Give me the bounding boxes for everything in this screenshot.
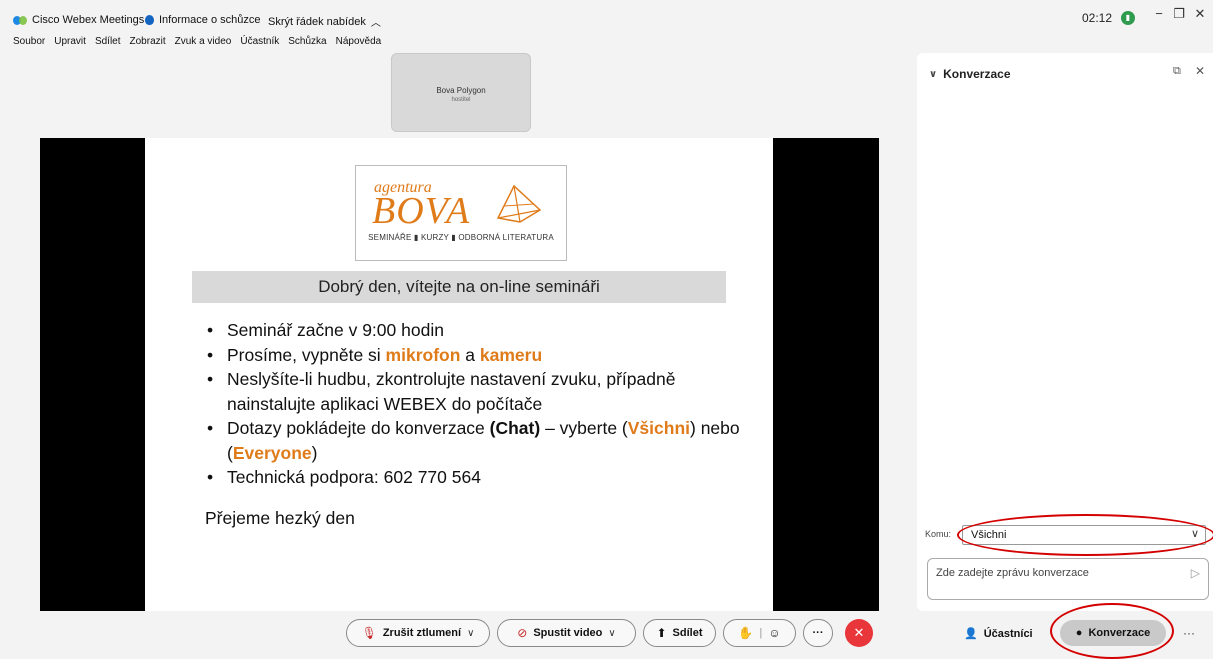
menu-zobrazit[interactable]: Zobrazit <box>130 36 166 47</box>
bullet-support: Technická podpora: 602 770 564 <box>205 465 765 490</box>
start-video-label: Spustit video <box>533 627 603 639</box>
slide-bullets: Seminář začne v 9:00 hodin Prosíme, vypn… <box>205 318 765 490</box>
app-name: Cisco Webex Meetings <box>32 14 145 26</box>
bullet-chat: Dotazy pokládejte do konverzace (Chat) –… <box>205 416 765 465</box>
menu-soubor[interactable]: Soubor <box>13 36 45 47</box>
send-icon[interactable]: ▷ <box>1191 566 1200 580</box>
hide-menu-label: Skrýt řádek nabídek <box>268 15 366 28</box>
chat-placeholder: Zde zadejte zprávu konverzace <box>936 567 1089 579</box>
app-title: Cisco Webex Meetings <box>13 14 144 26</box>
start-video-button[interactable]: ⊘ Spustit video ∨ <box>497 619 636 647</box>
meeting-toolbar: 🎙 Zrušit ztlumení ∨ ⊘ Spustit video ∨ ⬆ … <box>0 603 1213 659</box>
share-button[interactable]: ⬆ Sdílet <box>643 619 716 647</box>
chevron-down-icon: ∨ <box>467 627 475 639</box>
logo-tagline: SEMINÁŘE ▮ KURZY ▮ ODBORNÁ LITERATURA <box>368 233 554 242</box>
restore-button[interactable]: ❐ <box>1169 6 1189 22</box>
bullet-audio: Neslyšíte-li hudbu, zkontrolujte nastave… <box>205 367 765 416</box>
host-video-tile[interactable]: Bova Polygon hostitel <box>391 53 531 132</box>
chat-button-label: Konverzace <box>1088 627 1151 639</box>
host-name: Bova Polygon <box>436 86 486 95</box>
menu-napoveda[interactable]: Nápověda <box>336 36 382 47</box>
recipient-value: Všichni <box>971 529 1007 541</box>
divider: | <box>759 627 763 639</box>
more-panels-button[interactable]: ··· <box>1183 626 1195 640</box>
presentation-slide: agentura BOVA SEMINÁŘE ▮ KURZY ▮ ODBORNÁ… <box>145 138 773 611</box>
clock: 02:12 <box>1082 11 1113 25</box>
bullet-mic-camera: Prosíme, vypněte si mikrofon a kameru <box>205 343 765 368</box>
menu-schuzka[interactable]: Schůzka <box>288 36 326 47</box>
video-off-icon: ⊘ <box>517 626 528 640</box>
participants-button[interactable]: 👤 Účastníci <box>964 627 1033 641</box>
leave-meeting-button[interactable]: ✕ <box>845 619 873 647</box>
meeting-info-label: Informace o schůzce <box>159 14 261 26</box>
unmute-button[interactable]: 🎙 Zrušit ztlumení ∨ <box>346 619 490 647</box>
chevron-up-icon: ︿ <box>370 18 381 29</box>
recipient-select[interactable]: Všichni ∨ <box>962 525 1206 545</box>
to-label: Komu: <box>925 529 952 539</box>
polygon-logo-icon <box>496 184 542 223</box>
chat-panel-header[interactable]: ∨ Konverzace <box>929 67 1011 81</box>
title-bar: Cisco Webex Meetings Informace o schůzce… <box>0 0 1213 38</box>
host-role: hostitel <box>451 97 471 103</box>
shield-icon <box>145 15 154 25</box>
slide-banner: Dobrý den, vítejte na on-line semináři <box>192 271 726 303</box>
share-label: Sdílet <box>672 627 703 639</box>
menu-bar: Soubor Upravit Sdílet Zobrazit Zvuk a vi… <box>13 36 381 47</box>
chevron-down-icon: ∨ <box>929 68 938 80</box>
more-label: ··· <box>812 627 824 639</box>
share-icon: ⬆ <box>656 626 667 640</box>
slide-closing: Přejeme hezký den <box>205 508 355 528</box>
participants-icon: 👤 <box>964 628 978 640</box>
bullet-start-time: Seminář začne v 9:00 hodin <box>205 318 765 343</box>
close-window-button[interactable]: ✕ <box>1190 6 1210 22</box>
signal-icon[interactable]: ▮ <box>1121 11 1135 25</box>
minimize-button[interactable]: − <box>1149 6 1169 21</box>
emoji-icon[interactable]: ☺ <box>768 626 780 640</box>
chat-bubble-icon: ● <box>1075 627 1083 639</box>
mic-off-icon: 🎙 <box>361 626 377 640</box>
webex-logo-icon <box>13 15 27 25</box>
more-options-button[interactable]: ··· <box>803 619 833 647</box>
bova-logo: agentura BOVA SEMINÁŘE ▮ KURZY ▮ ODBORNÁ… <box>355 165 567 261</box>
reactions-button[interactable]: ✋ | ☺ <box>723 619 796 647</box>
chevron-down-icon: ∨ <box>1190 528 1199 540</box>
chat-title: Konverzace <box>943 67 1011 81</box>
participants-label: Účastníci <box>983 627 1033 640</box>
hide-menu-button[interactable]: Skrýt řádek nabídek ︿ <box>268 14 381 30</box>
meeting-info-button[interactable]: Informace o schůzce <box>145 14 261 26</box>
chat-panel: ∨ Konverzace ⧉ ✕ Komu: Všichni ∨ Zde zad… <box>917 53 1213 611</box>
chat-message-input[interactable]: Zde zadejte zprávu konverzace ▷ <box>927 558 1209 600</box>
chevron-down-icon: ∨ <box>608 627 616 639</box>
chat-button[interactable]: ● Konverzace <box>1060 620 1166 646</box>
logo-bova-text: BOVA <box>372 190 471 232</box>
menu-upravit[interactable]: Upravit <box>54 36 86 47</box>
close-icon[interactable]: ✕ <box>1195 64 1205 78</box>
menu-ucastnik[interactable]: Účastník <box>240 36 279 47</box>
raise-hand-icon[interactable]: ✋ <box>738 626 753 640</box>
popout-icon[interactable]: ⧉ <box>1173 65 1181 78</box>
menu-sdilet[interactable]: Sdílet <box>95 36 121 47</box>
menu-zvuk-a-video[interactable]: Zvuk a video <box>175 36 232 47</box>
unmute-label: Zrušit ztlumení <box>382 627 462 639</box>
